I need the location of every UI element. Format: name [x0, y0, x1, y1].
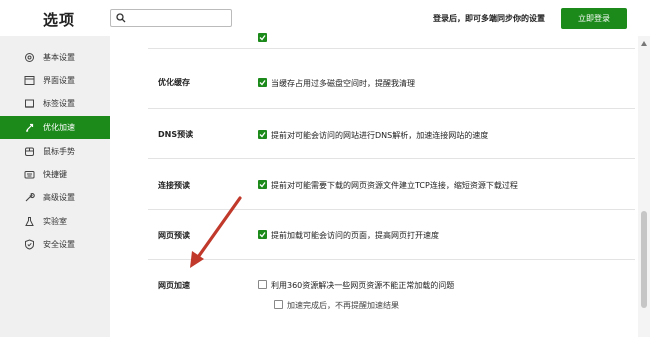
optimize-cache-label: 优化缓存 [158, 78, 190, 87]
connection-prefetch-label: 连接预读 [158, 181, 190, 190]
checkbox[interactable] [258, 33, 267, 42]
connection-prefetch-option: 提前对可能需要下载的网页资源文件建立TCP连接，缩短资源下载过程 [271, 181, 518, 190]
mouse-icon [25, 147, 34, 156]
connection-prefetch-checkbox[interactable] [258, 180, 267, 189]
sidebar: 基本设置 界面设置 标签设置 优化加速 鼠标手势 快捷键 高级设置 实验室 安全… [0, 36, 110, 337]
page-acceleration-sub-option: 加速完成后，不再提醒加速结果 [287, 301, 399, 310]
search-icon [116, 13, 126, 23]
rocket-icon [26, 123, 34, 132]
row-divider [148, 259, 635, 260]
row-divider [148, 209, 635, 210]
dns-prefetch-checkbox[interactable] [258, 130, 267, 139]
sidebar-item-basic[interactable]: 基本设置 [0, 46, 110, 69]
login-button[interactable]: 立即登录 [561, 8, 627, 29]
shield-icon [25, 239, 34, 250]
tab-icon [25, 99, 34, 108]
page-prefetch-checkbox[interactable] [258, 230, 267, 239]
page-title: 选项 [43, 11, 76, 29]
sidebar-item-advanced[interactable]: 高级设置 [0, 186, 110, 209]
scrollbar-thumb[interactable] [641, 211, 647, 308]
login-tip: 登录后，即可多端同步你的设置 [433, 14, 545, 23]
sidebar-item-label: 界面设置 [43, 76, 75, 85]
page-prefetch-option: 提前加载可能会访问的页面，提高网页打开速度 [271, 231, 439, 240]
gear-icon [25, 53, 34, 62]
settings-panel: 优化缓存 当缓存占用过多磁盘空间时，提醒我清理 DNS预读 提前对可能会访问的网… [110, 33, 638, 337]
page-acceleration-checkbox[interactable] [258, 280, 267, 289]
sidebar-item-label: 标签设置 [43, 99, 75, 108]
sidebar-item-label: 基本设置 [43, 53, 75, 62]
search-box[interactable] [110, 9, 232, 27]
page-acceleration-sub-checkbox[interactable] [274, 300, 283, 309]
flask-icon [25, 217, 34, 226]
sidebar-item-lab[interactable]: 实验室 [0, 210, 110, 233]
keyboard-icon [24, 171, 35, 179]
page-prefetch-label: 网页预读 [158, 231, 190, 240]
row-divider [148, 158, 635, 159]
sidebar-item-security[interactable]: 安全设置 [0, 233, 110, 256]
sidebar-item-label: 快捷键 [43, 170, 67, 179]
sidebar-item-tabs[interactable]: 标签设置 [0, 92, 110, 115]
sidebar-item-label: 安全设置 [43, 240, 75, 249]
window-icon [24, 76, 35, 85]
sidebar-item-label: 鼠标手势 [43, 147, 75, 156]
sidebar-item-acceleration[interactable]: 优化加速 [0, 116, 110, 139]
optimize-cache-option: 当缓存占用过多磁盘空间时，提醒我清理 [271, 79, 415, 88]
row-divider [148, 48, 635, 49]
optimize-cache-checkbox[interactable] [258, 78, 267, 87]
wrench-icon [25, 193, 35, 202]
sidebar-item-label: 实验室 [43, 217, 67, 226]
header-bar: 选项 登录后，即可多端同步你的设置 立即登录 [0, 0, 650, 36]
row-divider [148, 108, 635, 109]
sidebar-item-shortcuts[interactable]: 快捷键 [0, 163, 110, 186]
page-acceleration-option: 利用360资源解决一些网页资源不能正常加载的问题 [271, 281, 455, 290]
dns-prefetch-option: 提前对可能会访问的网站进行DNS解析，加速连接网站的速度 [271, 131, 489, 140]
page-acceleration-label: 网页加速 [158, 281, 190, 290]
sidebar-item-label: 优化加速 [43, 123, 75, 132]
scroll-up-arrow-icon[interactable] [641, 41, 647, 46]
sidebar-item-mouse-gesture[interactable]: 鼠标手势 [0, 140, 110, 163]
search-input[interactable] [129, 11, 229, 25]
dns-prefetch-label: DNS预读 [158, 130, 194, 139]
sidebar-item-interface[interactable]: 界面设置 [0, 69, 110, 92]
sidebar-item-label: 高级设置 [43, 193, 75, 202]
